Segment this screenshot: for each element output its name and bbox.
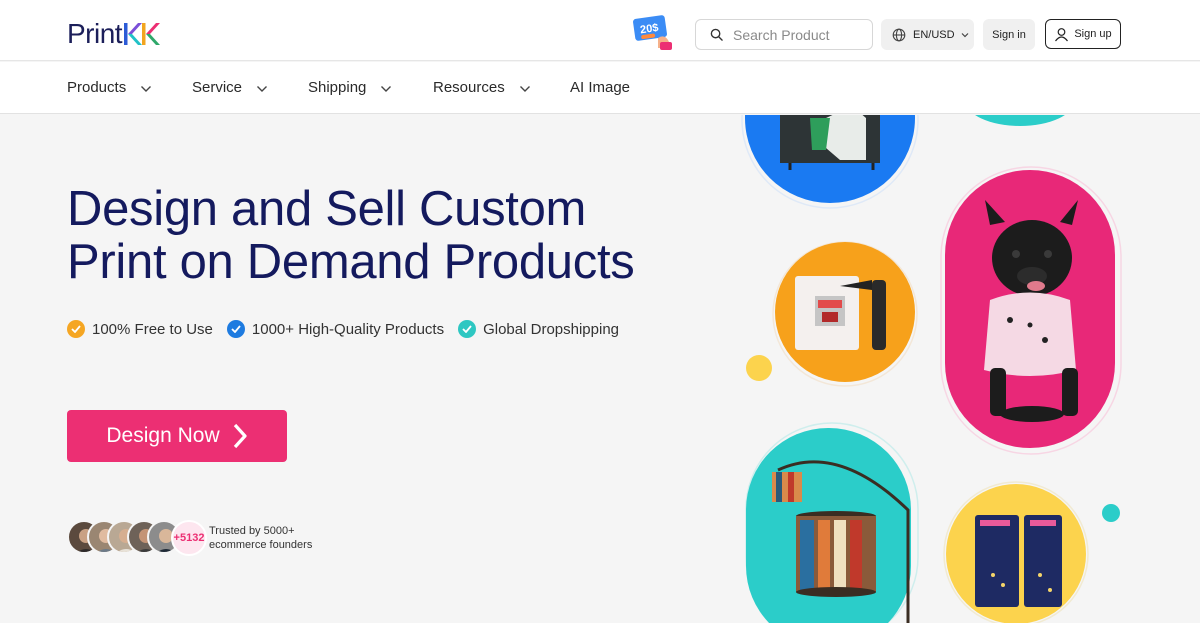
- mousepad-image: [795, 276, 886, 350]
- decor-dot-teal: [1102, 504, 1120, 522]
- hero-product-artwork: [741, 115, 1122, 623]
- tote-bag-image: [780, 115, 880, 170]
- decor-dot-yellow: [746, 355, 772, 381]
- product-circle-teal-top: [975, 115, 1065, 126]
- phone-case-image: [975, 515, 1062, 607]
